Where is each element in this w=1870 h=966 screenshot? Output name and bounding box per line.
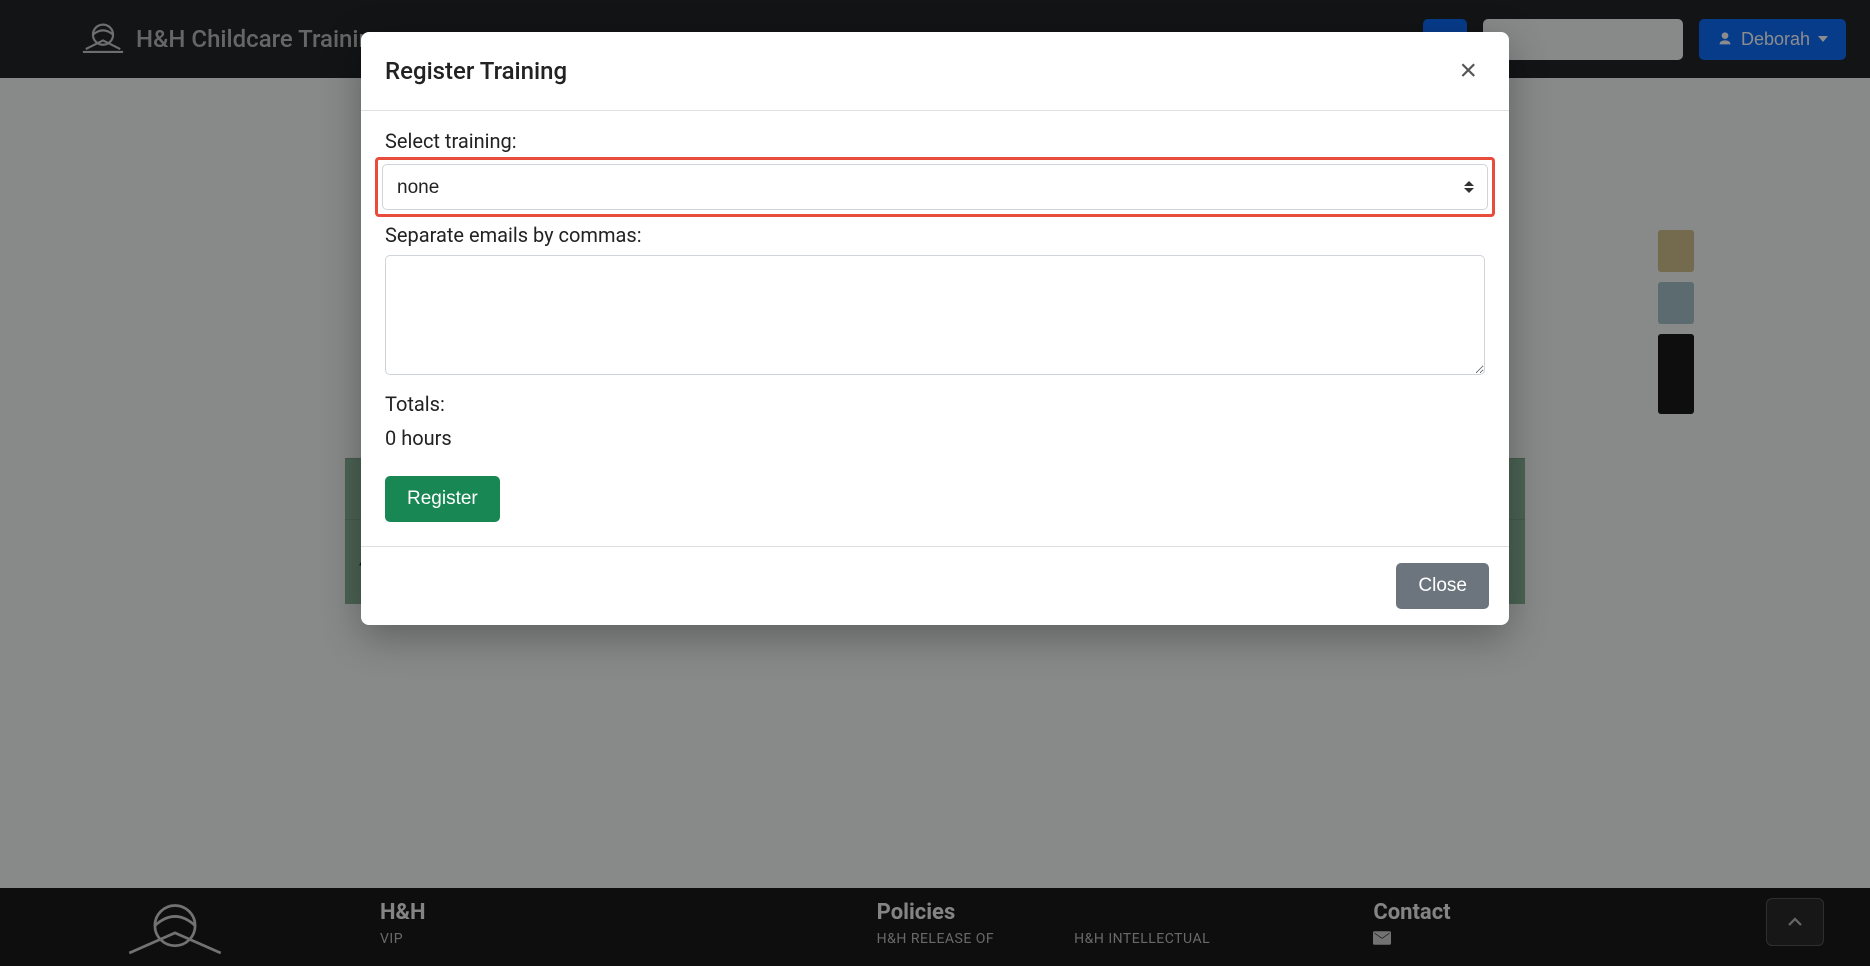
modal-header: Register Training × [361,32,1509,111]
totals-value: 0 hours [385,426,1485,450]
register-button[interactable]: Register [385,476,500,522]
modal-close-button[interactable]: × [1451,52,1485,90]
modal-footer: Close [361,546,1509,625]
select-training-label: Select training: [385,129,1485,153]
close-button[interactable]: Close [1396,563,1489,609]
modal-title: Register Training [385,57,567,85]
select-training-highlight: none [375,157,1495,217]
emails-label: Separate emails by commas: [385,223,1485,247]
select-training-dropdown[interactable]: none [382,164,1488,210]
totals-label: Totals: [385,392,1485,416]
register-button-label: Register [407,488,478,510]
close-button-label: Close [1418,575,1467,597]
close-icon: × [1459,54,1477,87]
emails-textarea[interactable] [385,255,1485,375]
register-training-modal: Register Training × Select training: non… [361,32,1509,625]
